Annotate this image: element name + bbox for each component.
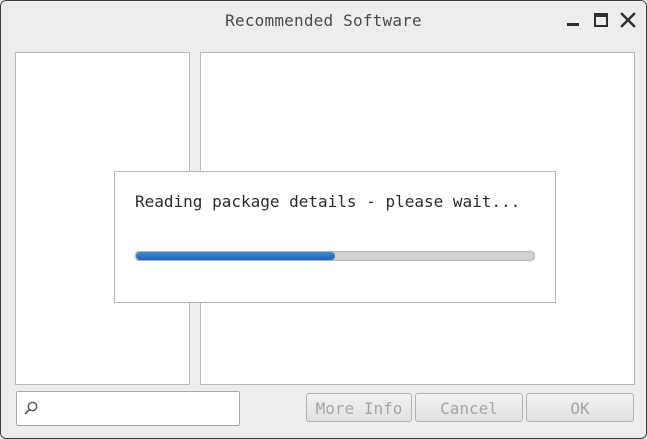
search-box[interactable]	[16, 391, 240, 426]
window-title: Recommended Software	[225, 11, 422, 30]
progress-bar	[135, 251, 535, 261]
progress-bar-fill	[136, 252, 335, 260]
app-window: Recommended Software Reading package det…	[0, 0, 647, 439]
cancel-button[interactable]: Cancel	[415, 393, 523, 422]
title-bar[interactable]: Recommended Software	[1, 1, 646, 41]
search-input[interactable]	[43, 396, 237, 422]
more-info-button[interactable]: More Info	[306, 393, 412, 422]
search-icon	[24, 401, 38, 415]
progress-message: Reading package details - please wait...	[135, 192, 521, 211]
minimize-icon[interactable]	[564, 11, 582, 29]
ok-button[interactable]: OK	[526, 393, 634, 422]
maximize-icon[interactable]	[592, 11, 610, 29]
close-icon[interactable]	[619, 11, 637, 29]
progress-dialog: Reading package details - please wait...	[114, 171, 556, 303]
